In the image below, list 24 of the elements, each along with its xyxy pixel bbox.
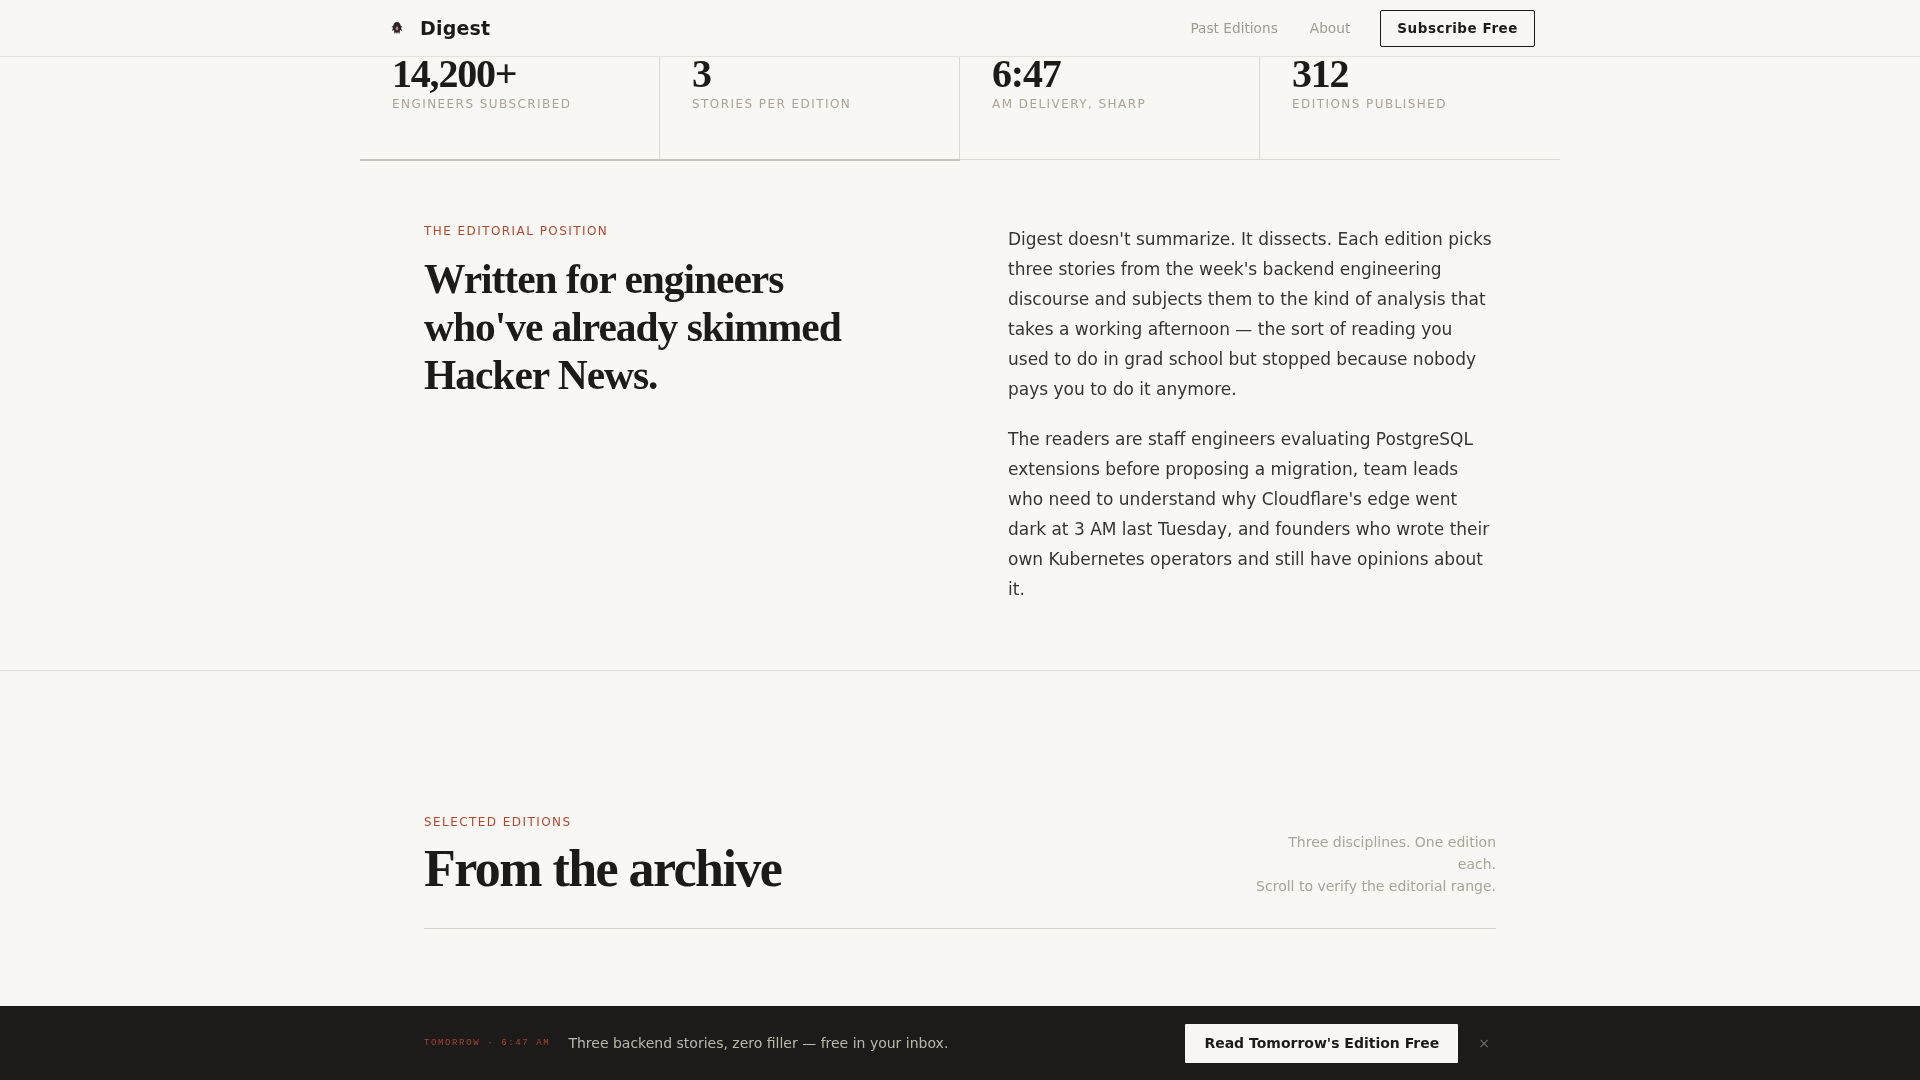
section-heading: From the archive	[424, 841, 782, 897]
delivery-tag: TOMORROW · 6:47 AM	[424, 1038, 551, 1048]
read-edition-button[interactable]: Read Tomorrow's Edition Free	[1185, 1023, 1459, 1063]
subscribe-button[interactable]: Subscribe Free	[1380, 9, 1535, 47]
body-paragraph: The readers are staff engineers evaluating PostgreSQL extensions before proposing a migration, team leads who need to understand why Cloudflare's edge went dark at 3 AM last Tuesday, and founders who wrote their own Kubernetes operators and still have opinions about it.	[1008, 428, 1491, 601]
banner-text: Three backend stories, zero filler — free in your inbox.	[568, 1035, 949, 1051]
body-paragraph: Digest doesn't summarize. It dissects. Each edition picks three stories from the week's backend engineering discourse and subjects them to the kind of analysis that takes a working afternoon — the sort of reading you used to do in grad school but stopped because nobody pays you to do it anymore.	[1008, 228, 1493, 401]
stat-label: STORIES PER EDITION	[692, 97, 853, 111]
section-eyebrow: THE EDITORIAL POSITION	[424, 224, 610, 238]
logo-icon	[390, 21, 404, 35]
stat-label: EDITIONS PUBLISHED	[1292, 97, 1448, 111]
nav-link[interactable]: About	[1309, 20, 1351, 36]
stat-label: AM DELIVERY, SHARP	[992, 97, 1148, 111]
stat-label: ENGINEERS SUBSCRIBED	[392, 97, 573, 111]
brand-name: Digest	[420, 17, 491, 39]
section-note: Scroll to verify the editorial range.	[1256, 877, 1496, 896]
stat-value: 312	[1292, 58, 1350, 90]
section-heading: Written for engineers who've already skimmed Hacker News.	[424, 255, 843, 399]
nav-link[interactable]: Past Editions	[1190, 20, 1278, 36]
stat-value: 6:47	[992, 58, 1062, 90]
stat-value: 3	[692, 58, 712, 90]
section-eyebrow: SELECTED EDITIONS	[424, 815, 573, 829]
section-note: Three disciplines. One edition each.	[1287, 833, 1496, 874]
close-button[interactable]: ×	[1472, 1035, 1496, 1051]
